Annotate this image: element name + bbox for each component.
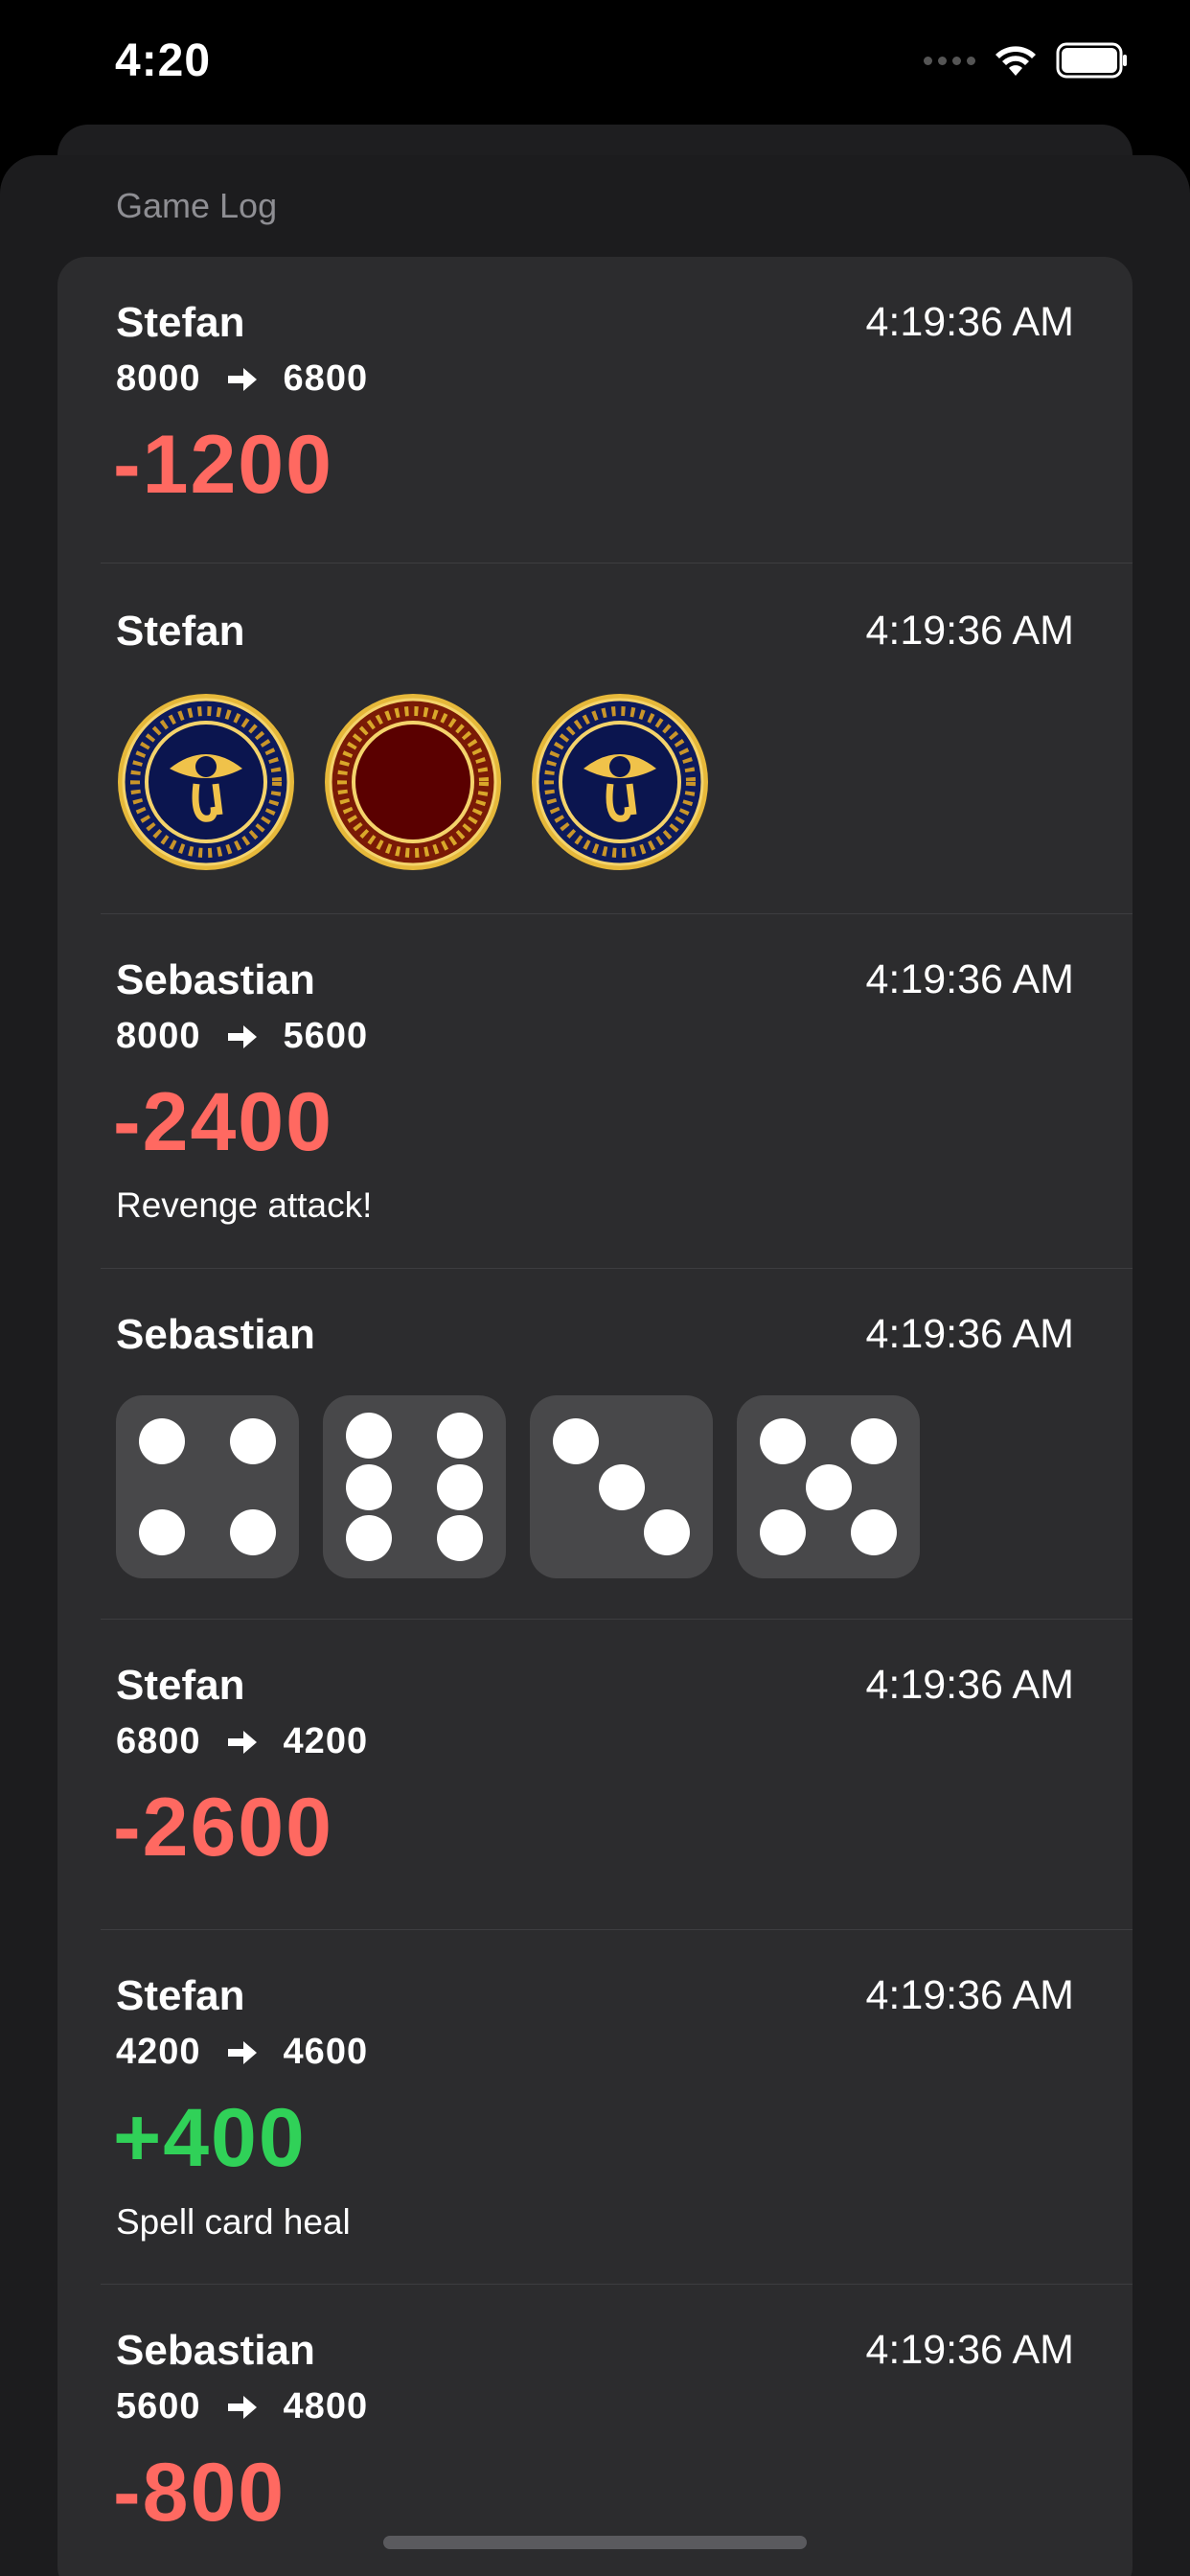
life-to: 4800 bbox=[283, 2386, 369, 2426]
life-delta: -2600 bbox=[113, 1782, 333, 1874]
die-pip bbox=[345, 1514, 392, 1561]
die-pip bbox=[437, 1463, 484, 1510]
coin-flip-results bbox=[116, 692, 710, 872]
battery-icon bbox=[1056, 42, 1127, 79]
life-delta: -800 bbox=[113, 2447, 286, 2539]
life-from: 8000 bbox=[116, 1016, 201, 1056]
home-indicator[interactable] bbox=[383, 2536, 807, 2549]
life-delta: -2400 bbox=[113, 1076, 333, 1168]
entry-timestamp: 4:19:36 AM bbox=[865, 1662, 1074, 1708]
die-pip bbox=[644, 1509, 691, 1556]
die-pip bbox=[598, 1463, 645, 1510]
log-entry: Sebastian 4:19:36 AM 5600 4800 -800 bbox=[57, 2285, 1133, 2576]
player-name: Stefan bbox=[116, 1972, 245, 2019]
life-transition: 8000 6800 bbox=[116, 358, 368, 400]
cellular-signal-icon bbox=[924, 56, 975, 65]
die-pip bbox=[345, 1413, 392, 1460]
right-arrow-icon bbox=[227, 1024, 257, 1048]
entry-note: Revenge attack! bbox=[116, 1185, 373, 1225]
die-pip bbox=[552, 1417, 599, 1464]
log-entry: Stefan 4:19:36 AM bbox=[57, 564, 1133, 914]
wifi-icon bbox=[995, 46, 1036, 76]
life-delta: -1200 bbox=[113, 419, 333, 511]
life-to: 5600 bbox=[283, 1016, 369, 1056]
life-from: 8000 bbox=[116, 358, 201, 399]
die-pip bbox=[230, 1417, 277, 1464]
player-name: Sebastian bbox=[116, 1311, 315, 1358]
die-pip bbox=[138, 1417, 185, 1464]
die-face-3 bbox=[530, 1395, 713, 1578]
log-entry: Sebastian 4:19:36 AM 8000 5600 -2400 Rev… bbox=[57, 914, 1133, 1269]
entry-timestamp: 4:19:36 AM bbox=[865, 956, 1074, 1002]
status-time: 4:20 bbox=[115, 35, 212, 86]
die-pip bbox=[437, 1413, 484, 1460]
entry-timestamp: 4:19:36 AM bbox=[865, 1311, 1074, 1357]
life-to: 4200 bbox=[283, 1721, 369, 1761]
life-from: 5600 bbox=[116, 2386, 201, 2426]
die-face-6 bbox=[323, 1395, 506, 1578]
player-name: Stefan bbox=[116, 608, 245, 655]
log-entry: Stefan 4:19:36 AM 8000 6800 -1200 bbox=[57, 257, 1133, 564]
die-pip bbox=[437, 1514, 484, 1561]
die-pip bbox=[230, 1509, 277, 1556]
die-pip bbox=[805, 1463, 852, 1510]
log-entry: Stefan 4:19:36 AM 4200 4600 +400 Spell c… bbox=[57, 1930, 1133, 2285]
section-title: Game Log bbox=[116, 186, 278, 225]
right-arrow-icon bbox=[227, 2395, 257, 2419]
life-transition: 4200 4600 bbox=[116, 2032, 368, 2073]
life-transition: 6800 4200 bbox=[116, 1721, 368, 1762]
player-name: Sebastian bbox=[116, 2327, 315, 2374]
entry-timestamp: 4:19:36 AM bbox=[865, 2327, 1074, 2373]
entry-timestamp: 4:19:36 AM bbox=[865, 1972, 1074, 2018]
entry-timestamp: 4:19:36 AM bbox=[865, 299, 1074, 345]
blank-red-coin-icon bbox=[325, 694, 501, 870]
player-name: Stefan bbox=[116, 1662, 245, 1709]
life-to: 6800 bbox=[283, 358, 369, 399]
life-to: 4600 bbox=[283, 2032, 369, 2072]
die-pip bbox=[851, 1417, 898, 1464]
life-from: 4200 bbox=[116, 2032, 201, 2072]
game-log-list[interactable]: Stefan 4:19:36 AM 8000 6800 -1200 Stefan… bbox=[57, 257, 1133, 2576]
die-pip bbox=[759, 1417, 806, 1464]
player-name: Stefan bbox=[116, 299, 245, 346]
entry-note: Spell card heal bbox=[116, 2202, 351, 2242]
die-pip bbox=[138, 1509, 185, 1556]
eye-of-horus-coin-icon bbox=[532, 694, 708, 870]
life-transition: 8000 5600 bbox=[116, 1016, 368, 1057]
right-arrow-icon bbox=[227, 2040, 257, 2064]
life-transition: 5600 4800 bbox=[116, 2386, 368, 2427]
die-pip bbox=[851, 1509, 898, 1556]
dice-roll-results bbox=[116, 1395, 920, 1578]
die-face-5 bbox=[737, 1395, 920, 1578]
right-arrow-icon bbox=[227, 367, 257, 391]
log-entry: Stefan 4:19:36 AM 6800 4200 -2600 bbox=[57, 1620, 1133, 1930]
status-icons bbox=[924, 42, 1129, 79]
life-delta: +400 bbox=[113, 2092, 307, 2184]
right-arrow-icon bbox=[227, 1730, 257, 1754]
die-pip bbox=[759, 1509, 806, 1556]
player-name: Sebastian bbox=[116, 956, 315, 1003]
log-entry: Sebastian 4:19:36 AM bbox=[57, 1269, 1133, 1620]
life-from: 6800 bbox=[116, 1721, 201, 1761]
die-face-4 bbox=[116, 1395, 299, 1578]
status-bar: 4:20 bbox=[0, 0, 1190, 129]
die-pip bbox=[345, 1463, 392, 1510]
entry-timestamp: 4:19:36 AM bbox=[865, 608, 1074, 654]
eye-of-horus-coin-icon bbox=[118, 694, 294, 870]
